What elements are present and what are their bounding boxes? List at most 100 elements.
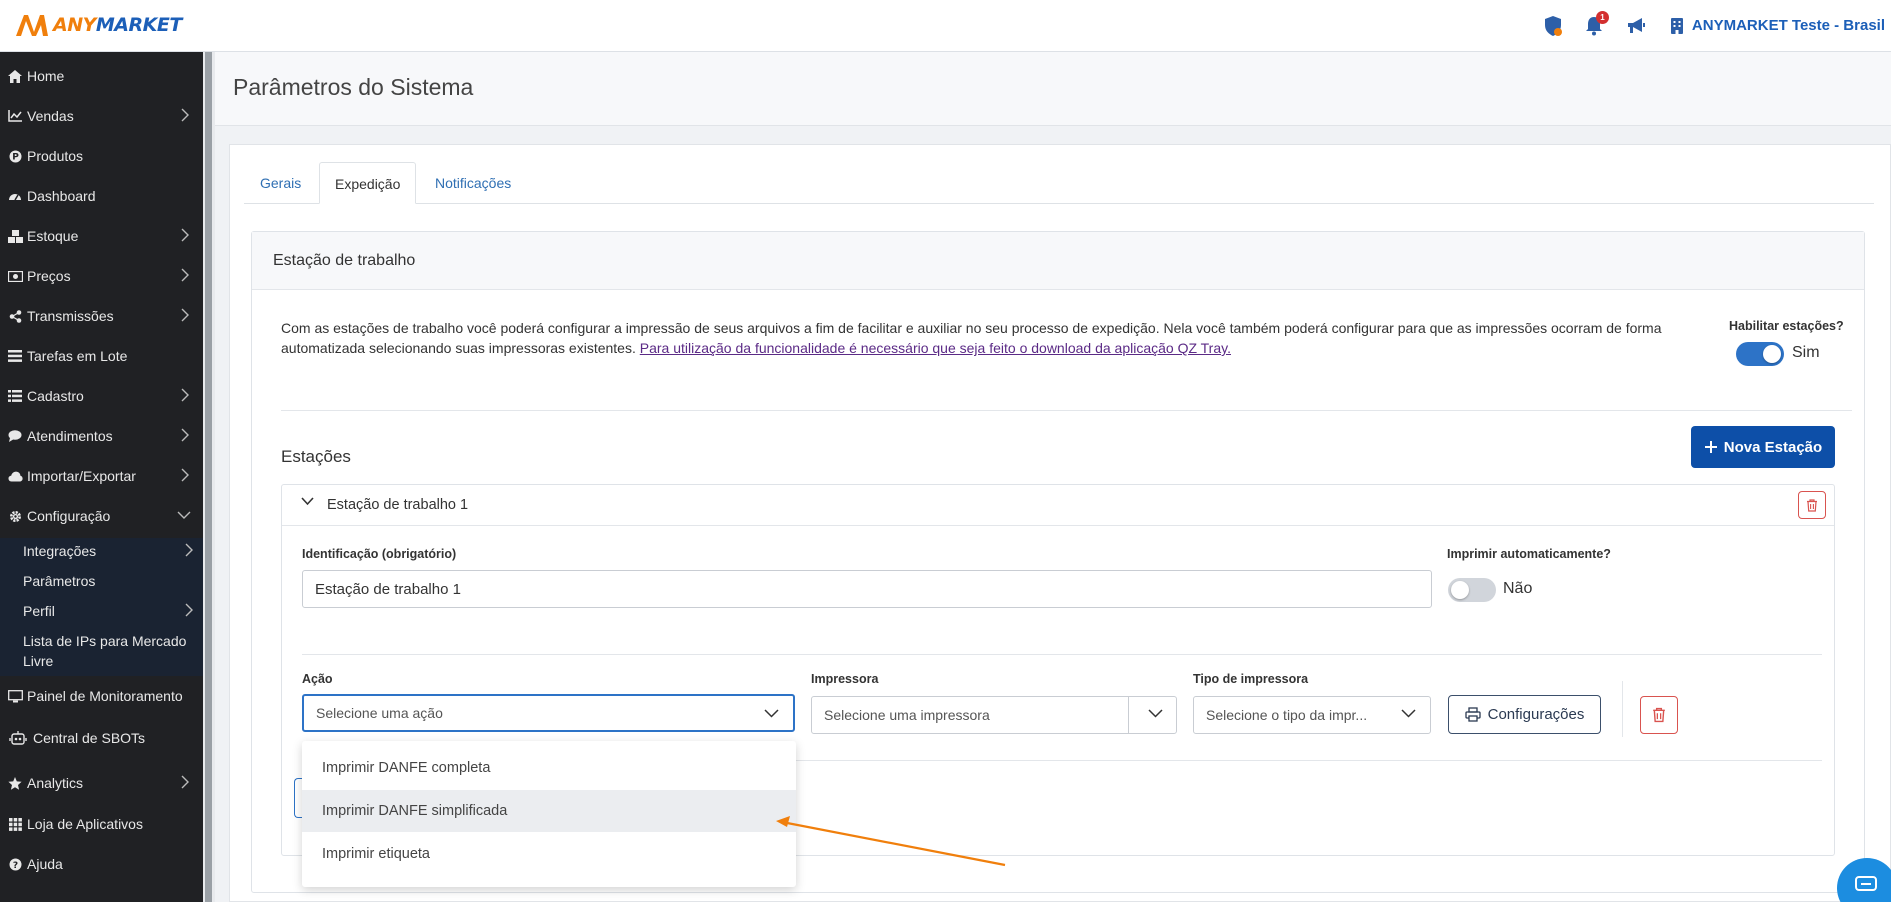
delete-action-button[interactable] — [1640, 696, 1678, 734]
gear-icon — [7, 508, 23, 524]
toggle-knob — [1763, 345, 1781, 363]
sidebar-item-label: Vendas — [27, 108, 74, 124]
sidebar-item-importar-exportar[interactable]: Importar/Exportar — [0, 456, 203, 496]
printer-dropdown-button[interactable] — [1128, 696, 1177, 734]
chevron-down-icon — [764, 709, 779, 718]
sidebar-item-label: Tarefas em Lote — [27, 348, 128, 364]
sidebar-subitem-perfil[interactable]: Perfil — [23, 601, 193, 621]
sidebar-item-loja-aplicativos[interactable]: Loja de Aplicativos — [0, 804, 203, 844]
sidebar-item-label: Cadastro — [27, 388, 84, 404]
robot-icon — [7, 730, 29, 746]
star-icon — [7, 775, 23, 791]
sidebar-item-estoque[interactable]: Estoque — [0, 216, 203, 256]
sidebar-item-analytics[interactable]: Analytics — [0, 763, 203, 803]
sidebar-subitem-label: Lista de IPs para Mercado Livre — [23, 633, 187, 669]
sidebar-item-label: Central de SBOTs — [33, 730, 146, 746]
sidebar-item-produtos[interactable]: P Produtos — [0, 136, 203, 176]
tab-gerais[interactable]: Gerais — [245, 162, 316, 204]
stations-heading: Estações — [281, 447, 351, 466]
printer-type-label: Tipo de impressora — [1193, 672, 1309, 686]
sidebar-item-label: Importar/Exportar — [27, 468, 136, 484]
configurations-button[interactable]: Configurações — [1448, 695, 1601, 734]
chevron-right-icon — [181, 308, 189, 322]
workstation-panel-header: Estação de trabalho — [252, 232, 1864, 290]
batch-icon — [7, 348, 23, 364]
action-option-highlighted[interactable]: Imprimir DANFE simplificada — [302, 790, 796, 832]
enable-stations-label: Habilitar estações? — [1729, 319, 1844, 333]
delete-station-button[interactable] — [1798, 491, 1826, 519]
printer-label: Impressora — [811, 672, 879, 686]
chart-line-icon — [7, 108, 23, 124]
sidebar-scrollbar[interactable] — [203, 52, 215, 902]
action-dropdown-menu: Imprimir DANFE completa Imprimir DANFE s… — [302, 741, 796, 887]
qz-tray-download-link[interactable]: Para utilização da funcionalidade é nece… — [640, 340, 1231, 356]
tab-notificacoes[interactable]: Notificações — [420, 162, 526, 204]
workstation-item-header[interactable]: Estação de trabalho 1 — [282, 485, 1834, 526]
sidebar-item-label: Transmissões — [27, 308, 114, 324]
workstation-title: Estação de trabalho 1 — [327, 497, 469, 513]
sidebar-item-tarefas-em-lote[interactable]: Tarefas em Lote — [0, 336, 203, 376]
chat-bubble-icon — [1855, 876, 1877, 891]
action-label: Ação — [302, 672, 333, 686]
sidebar-item-vendas[interactable]: Vendas — [0, 96, 203, 136]
megaphone-icon[interactable] — [1624, 14, 1648, 38]
new-station-button[interactable]: Nova Estação — [1691, 426, 1835, 468]
chevron-right-icon — [185, 543, 193, 557]
divider — [302, 654, 1822, 655]
annotation-arrow-icon — [776, 816, 1006, 867]
chevron-right-icon — [181, 268, 189, 282]
chat-icon — [7, 428, 23, 444]
home-icon — [7, 68, 23, 84]
action-option[interactable]: Imprimir DANFE completa — [302, 747, 796, 789]
trash-icon — [1807, 498, 1817, 512]
action-option[interactable]: Imprimir etiqueta — [302, 833, 796, 875]
sidebar-item-atendimentos[interactable]: Atendimentos — [0, 416, 203, 456]
auto-print-toggle[interactable] — [1448, 578, 1496, 602]
page-header: Parâmetros do Sistema — [215, 52, 1891, 126]
sidebar-item-dashboard[interactable]: Dashboard — [0, 176, 203, 216]
sidebar-item-configuracao[interactable]: Configuração — [0, 496, 203, 536]
chevron-right-icon — [181, 388, 189, 402]
panel-title: Estação de trabalho — [273, 252, 416, 269]
page-title: Parâmetros do Sistema — [233, 74, 474, 100]
sidebar-item-cadastro[interactable]: Cadastro — [0, 376, 203, 416]
building-icon[interactable] — [1665, 14, 1689, 38]
sidebar-subitem-lista-ips[interactable]: Lista de IPs para Mercado Livre — [23, 631, 193, 671]
sidebar-item-painel-monitoramento[interactable]: Painel de Monitoramento — [0, 676, 203, 716]
boxes-icon — [7, 228, 23, 244]
sidebar-item-precos[interactable]: Preços — [0, 256, 203, 296]
logo-mark-icon — [16, 15, 48, 36]
sidebar-subitem-integracoes[interactable]: Integrações — [23, 541, 193, 561]
product-icon: P — [7, 148, 23, 164]
auto-print-value: Não — [1503, 580, 1533, 597]
sidebar-item-transmissoes[interactable]: Transmissões — [0, 296, 203, 336]
auto-print-label: Imprimir automaticamente? — [1447, 547, 1611, 561]
enable-stations-value: Sim — [1792, 344, 1820, 361]
anymarket-logo[interactable]: ANYMARKET — [14, 12, 182, 38]
plus-icon — [1704, 441, 1717, 453]
sidebar-item-central-sbots[interactable]: Central de SBOTs — [0, 718, 203, 758]
trash-icon — [1653, 707, 1665, 723]
user-account-name[interactable]: ANYMARKET Teste - Brasil — [1692, 17, 1885, 34]
tab-expedicao[interactable]: Expedição — [319, 162, 417, 204]
sidebar-item-ajuda[interactable]: ? Ajuda — [0, 844, 203, 884]
printer-type-select[interactable]: Selecione o tipo da impr... — [1193, 696, 1431, 734]
action-select[interactable]: Selecione uma ação — [302, 694, 795, 732]
identification-value: Estação de trabalho 1 — [315, 580, 461, 598]
chevron-right-icon — [181, 108, 189, 122]
shield-alert-icon[interactable] — [1541, 14, 1565, 38]
bell-icon[interactable]: 1 — [1582, 11, 1609, 38]
chevron-down-icon[interactable] — [301, 497, 314, 506]
monitor-icon — [7, 688, 23, 704]
notification-badge: 1 — [1596, 11, 1609, 24]
sidebar-subitem-label: Perfil — [23, 603, 55, 619]
cloud-icon — [7, 468, 23, 484]
printer-select[interactable]: Selecione uma impressora — [811, 696, 1129, 734]
sidebar-item-label: Preços — [27, 268, 71, 284]
configurations-label: Configurações — [1487, 706, 1585, 723]
sidebar-subitem-parametros[interactable]: Parâmetros — [23, 571, 193, 591]
identification-input[interactable]: Estação de trabalho 1 — [302, 570, 1432, 608]
chevron-down-icon — [1401, 709, 1416, 718]
sidebar-item-home[interactable]: Home — [0, 56, 203, 96]
enable-stations-toggle[interactable] — [1736, 342, 1784, 366]
